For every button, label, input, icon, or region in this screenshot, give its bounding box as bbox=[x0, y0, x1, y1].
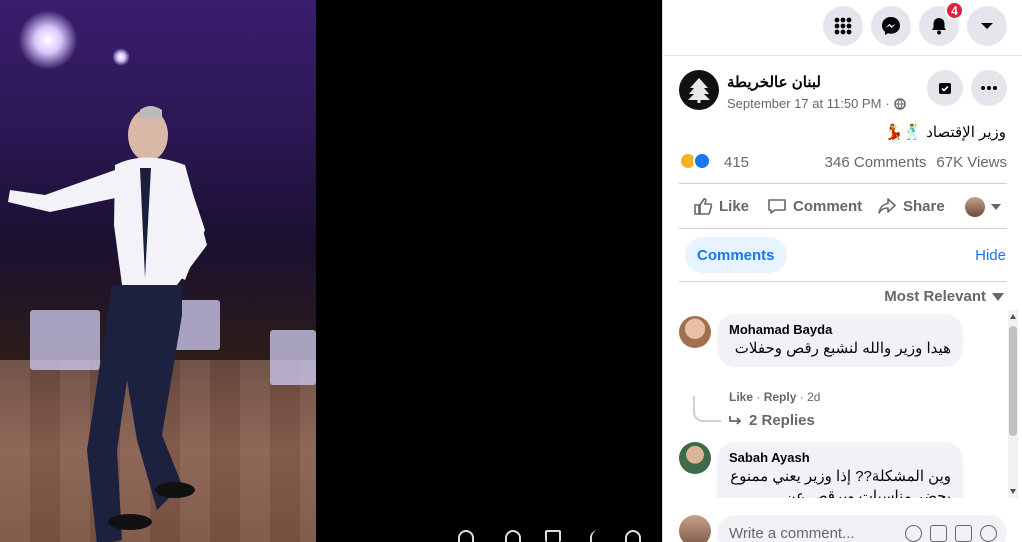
comment-text: هيدا وزير والله لنشبع رقص وحفلات bbox=[734, 340, 951, 357]
comment-composer: Write a comment... bbox=[663, 510, 1022, 542]
like-button[interactable]: Like bbox=[693, 197, 749, 215]
post-meta: September 17 at 11:50 PM · bbox=[727, 96, 906, 111]
commenter-name[interactable]: Sabah Ayash bbox=[729, 450, 951, 465]
video-player[interactable] bbox=[0, 0, 662, 542]
comment-time[interactable]: 2d bbox=[807, 390, 820, 404]
share-arrow-icon bbox=[878, 198, 896, 214]
camera-icon[interactable] bbox=[930, 525, 947, 542]
menu-grid-icon bbox=[834, 17, 852, 35]
comment-sort-dropdown[interactable]: Most Relevant bbox=[884, 288, 1004, 305]
divider bbox=[679, 281, 1007, 282]
bag-check-icon bbox=[939, 83, 951, 94]
thread-line bbox=[693, 396, 721, 422]
composer-icons bbox=[905, 525, 997, 542]
more-options-button[interactable] bbox=[971, 70, 1007, 106]
page-avatar[interactable] bbox=[679, 70, 719, 110]
screen: 4 لبنان عالخريطة September 17 at 11:50 P… bbox=[0, 0, 1022, 542]
view-replies-link[interactable]: 2 Replies bbox=[729, 412, 815, 429]
thumbs-up-icon bbox=[694, 198, 713, 215]
dancer-figure bbox=[8, 106, 207, 542]
globe-icon bbox=[894, 97, 906, 110]
meta-dot: · bbox=[799, 390, 808, 404]
gif-icon[interactable] bbox=[955, 525, 972, 542]
comment-bubble-icon bbox=[768, 199, 786, 214]
comments-count[interactable]: 346 Comments bbox=[825, 154, 927, 171]
video-frame[interactable] bbox=[0, 0, 316, 542]
menu-grid-button[interactable] bbox=[823, 6, 863, 46]
messenger-button[interactable] bbox=[871, 6, 911, 46]
post-date[interactable]: September 17 at 11:50 PM bbox=[727, 96, 881, 111]
share-label: Share bbox=[903, 197, 945, 215]
scrubber-handle[interactable] bbox=[590, 530, 606, 542]
video-controls bbox=[450, 530, 662, 542]
reply-arrow-icon bbox=[729, 415, 742, 425]
comments-tab[interactable]: Comments bbox=[685, 237, 787, 273]
react-as-avatar bbox=[965, 197, 985, 217]
share-button[interactable]: Share bbox=[877, 197, 945, 215]
replies-label: 2 Replies bbox=[749, 412, 815, 429]
stats-right: 346 Comments 67K Views bbox=[825, 154, 1007, 171]
comment-input[interactable]: Write a comment... bbox=[717, 515, 1007, 542]
post-caption: وزير الإقتصاد 🕺💃 bbox=[884, 124, 1006, 141]
reaction-count[interactable]: 415 bbox=[724, 154, 749, 171]
commenter-avatar[interactable] bbox=[679, 442, 711, 474]
post-header: لبنان عالخريطة September 17 at 11:50 PM … bbox=[679, 70, 1009, 114]
scrollbar-thumb[interactable] bbox=[1009, 326, 1017, 436]
like-reaction-icon[interactable] bbox=[693, 152, 711, 170]
commenter-avatar[interactable] bbox=[679, 316, 711, 348]
comment-button[interactable]: Comment bbox=[767, 197, 862, 215]
emoji-icon[interactable] bbox=[905, 525, 922, 542]
comment-placeholder: Write a comment... bbox=[729, 525, 855, 542]
comment-text: وين المشكلة?? إذا وزير يعني ممنوع يحضر م… bbox=[730, 468, 951, 498]
comment-reply-link[interactable]: Reply bbox=[764, 390, 797, 404]
views-count: 67K Views bbox=[936, 154, 1007, 171]
volume-icon[interactable] bbox=[625, 530, 641, 542]
comments-scrollbar[interactable] bbox=[1008, 310, 1018, 498]
comment-bubble: Sabah Ayash وين المشكلة?? إذا وزير يعني … bbox=[717, 442, 963, 498]
commenter-name[interactable]: Mohamad Bayda bbox=[729, 322, 951, 337]
more-dots-icon bbox=[981, 86, 997, 90]
comments-list[interactable]: Mohamad Bayda هيدا وزير والله لنشبع رقص … bbox=[663, 310, 1022, 498]
bell-icon bbox=[932, 18, 946, 35]
post-stats: 415 346 Comments 67K Views bbox=[679, 152, 1007, 174]
cedar-logo-icon bbox=[688, 78, 710, 103]
sticker-icon[interactable] bbox=[980, 525, 997, 542]
settings-icon[interactable] bbox=[458, 530, 474, 542]
account-menu-button[interactable] bbox=[967, 6, 1007, 46]
gear-icon[interactable] bbox=[505, 530, 521, 542]
post-panel: 4 لبنان عالخريطة September 17 at 11:50 P… bbox=[662, 0, 1022, 542]
react-as-selector[interactable] bbox=[965, 197, 1001, 217]
meta-dot: · bbox=[756, 390, 764, 404]
save-post-button[interactable] bbox=[927, 70, 963, 106]
hide-comments-link[interactable]: Hide bbox=[975, 247, 1006, 264]
fullscreen-icon[interactable] bbox=[545, 530, 561, 542]
sort-label: Most Relevant bbox=[884, 288, 986, 305]
current-user-avatar[interactable] bbox=[679, 515, 711, 542]
comment-bubble: Mohamad Bayda هيدا وزير والله لنشبع رقص … bbox=[717, 314, 963, 367]
comment-label: Comment bbox=[793, 197, 863, 215]
caret-down-icon bbox=[992, 292, 1004, 301]
notification-badge: 4 bbox=[945, 1, 964, 20]
caret-down-icon bbox=[991, 204, 1001, 210]
top-bar: 4 bbox=[663, 0, 1022, 56]
scroll-up-arrow-icon[interactable] bbox=[1010, 314, 1016, 319]
post-actions: Like Comment Share bbox=[679, 183, 1007, 229]
like-label: Like bbox=[719, 197, 750, 215]
caret-down-icon bbox=[981, 23, 993, 29]
messenger-icon bbox=[882, 17, 900, 35]
comment-like-link[interactable]: Like bbox=[729, 390, 753, 404]
meta-separator: · bbox=[885, 96, 890, 111]
notifications-button[interactable]: 4 bbox=[919, 1, 964, 46]
scroll-down-arrow-icon[interactable] bbox=[1010, 489, 1016, 494]
comment-meta: Like · Reply · 2d bbox=[729, 390, 820, 404]
page-name[interactable]: لبنان عالخريطة bbox=[727, 73, 821, 91]
